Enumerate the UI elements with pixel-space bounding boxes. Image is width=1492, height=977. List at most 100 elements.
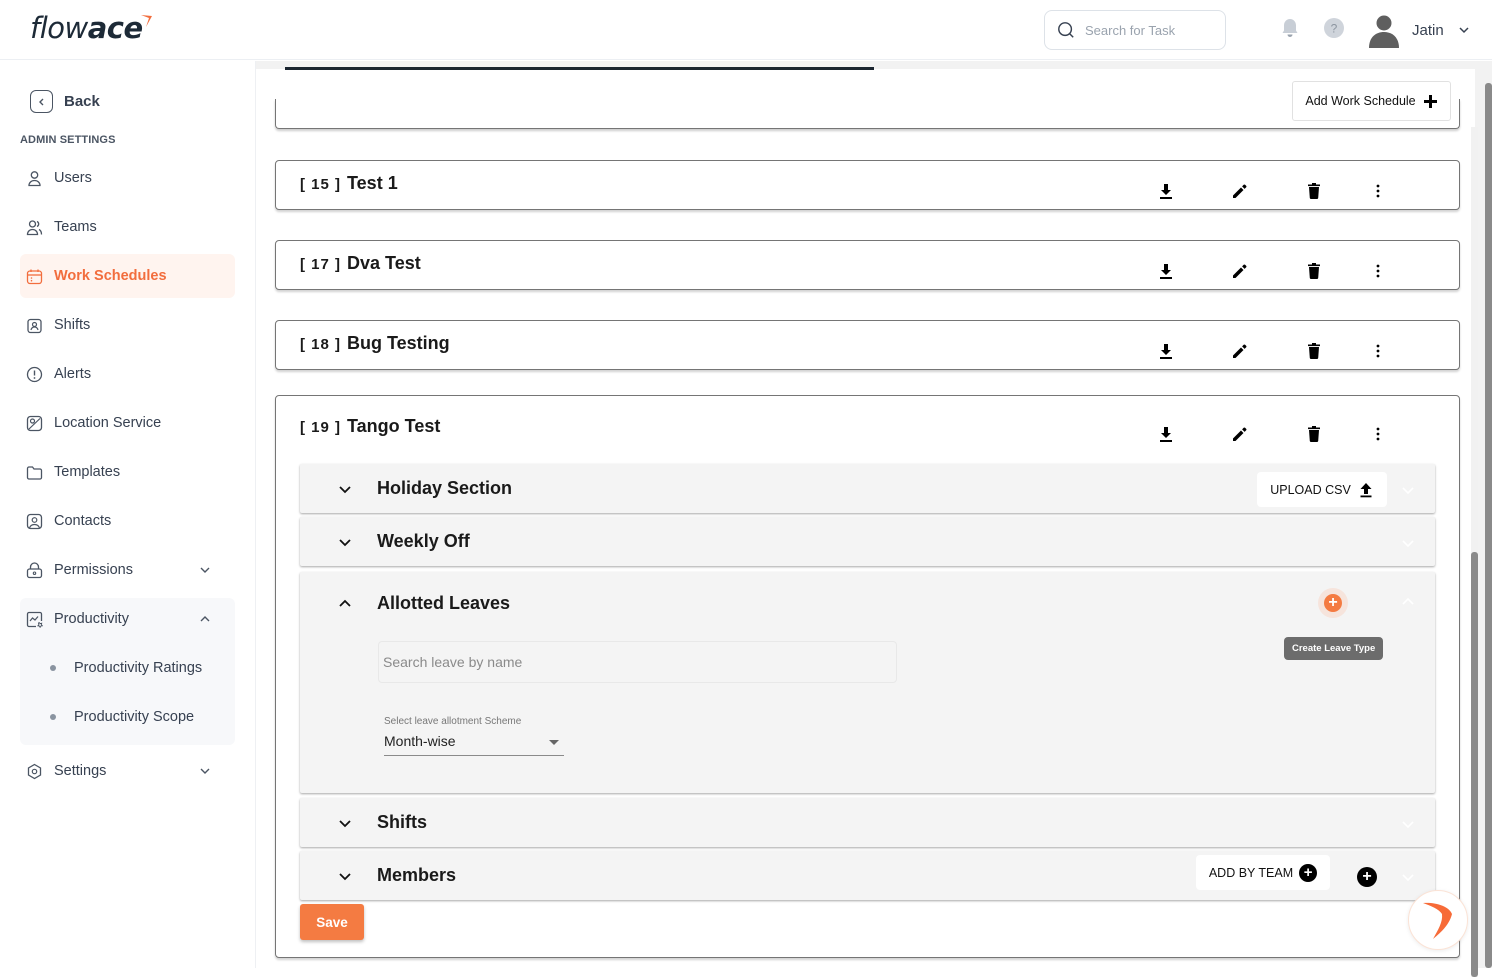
calendar-icon [26,268,43,285]
sidebar-item-label: Settings [54,763,107,779]
schedule-title[interactable]: [ 19 ] Tango Test [300,416,440,437]
users-icon [26,219,43,236]
bullet-dot [50,714,56,720]
flowace-assistant-button[interactable] [1408,890,1468,950]
more-vertical-icon[interactable] [1368,424,1388,444]
sidebar-item-label: Permissions [54,562,133,578]
help-icon[interactable]: ? [1323,17,1345,39]
sidebar-item-alerts[interactable]: Alerts [20,352,235,396]
sidebar-item-users[interactable]: Users [20,156,235,200]
plus-circle-icon: + [1324,594,1342,612]
allotted-leaves-panel: Allotted Leaves + Create Leave Type Sele… [300,572,1435,793]
schedule-actions [1156,181,1396,201]
panel-title: Holiday Section [377,478,513,498]
upload-icon [1360,482,1372,497]
panel-title: Shifts [377,812,428,832]
edit-icon[interactable] [1230,261,1250,281]
alert-circle-icon [26,366,43,383]
sidebar-item-productivity[interactable]: Productivity [20,597,235,641]
username[interactable]: Jatin [1412,22,1444,39]
svg-text:?: ? [1331,22,1338,36]
inner-scrollbar-thumb[interactable] [1471,552,1478,977]
schedule-card-expanded: [ 19 ] Tango Test Holiday Section UPLOAD … [275,395,1460,958]
download-icon[interactable] [1156,341,1176,361]
weekly-off-header[interactable]: Weekly Off [300,517,1435,567]
sidebar-item-label: Teams [54,219,97,235]
delete-icon[interactable] [1304,341,1324,361]
sidebar-item-work-schedules[interactable]: Work Schedules [20,254,235,298]
create-leave-type-button[interactable]: + [1318,588,1348,618]
download-icon[interactable] [1156,261,1176,281]
schedule-card[interactable]: [ 17 ] Dva Test [275,240,1460,290]
back-button[interactable]: Back [30,90,100,113]
delete-icon[interactable] [1304,261,1324,281]
outer-scrollbar-thumb[interactable] [1485,83,1492,968]
map-pin-icon [26,415,43,432]
sidebar-subitem-productivity-ratings[interactable]: Productivity Ratings [20,648,235,688]
notification-bell-icon[interactable] [1279,17,1301,39]
task-search[interactable] [1044,10,1226,50]
add-by-team-label: ADD BY TEAM [1208,865,1294,880]
chevron-down-icon[interactable] [1458,24,1470,36]
edit-icon[interactable] [1230,424,1250,444]
user-avatar[interactable] [1366,12,1402,48]
sidebar-item-label: Work Schedules [54,268,167,284]
download-icon[interactable] [1156,181,1176,201]
allotted-leaves-header[interactable]: Allotted Leaves [300,572,1435,632]
sidebar: Back ADMIN SETTINGS Users Teams Work Sch… [0,61,256,968]
schedule-id: [ 19 ] [300,419,342,436]
chevron-down-icon [339,486,351,494]
add-work-schedule-button[interactable]: Add Work Schedule [1292,81,1451,121]
schedule-name: Tango Test [347,416,441,436]
work-schedules-content: Add Work Schedule [ 15 ] Test 1 [ 17 ] Dva… [256,67,1478,977]
delete-icon[interactable] [1304,424,1324,444]
schedule-title: [ 18 ] Bug Testing [300,333,450,354]
schedule-card[interactable]: [ 15 ] Test 1 [275,160,1460,210]
schedule-actions [1156,261,1396,281]
edit-icon[interactable] [1230,341,1250,361]
shifts-panel: Shifts [300,798,1435,847]
expand-icon [1402,540,1414,548]
sidebar-subitem-productivity-scope[interactable]: Productivity Scope [20,697,235,737]
task-search-input[interactable] [1085,22,1215,38]
sidebar-item-templates[interactable]: Templates [20,450,235,494]
flowace-logo-mark-icon [1423,902,1452,939]
schedule-id: [ 17 ] [300,256,342,273]
sidebar-item-permissions[interactable]: Permissions [20,548,235,592]
sidebar-item-contacts[interactable]: Contacts [20,499,235,543]
members-panel: Members ADD BY TEAM + + [300,851,1435,900]
logo-text-bold: ace [87,11,143,45]
scheme-select-label: Select leave allotment Scheme [384,716,522,727]
sidebar-item-teams[interactable]: Teams [20,205,235,249]
sidebar-item-shifts[interactable]: Shifts [20,303,235,347]
sidebar-item-settings[interactable]: Settings [20,749,235,793]
upload-csv-button[interactable]: UPLOAD CSV [1257,472,1387,507]
download-icon[interactable] [1156,424,1176,444]
save-button[interactable]: Save [300,904,364,940]
create-leave-type-tooltip: Create Leave Type [1284,637,1384,660]
add-member-button[interactable]: + [1357,867,1377,887]
sidebar-item-label: Location Service [54,415,162,431]
edit-icon[interactable] [1230,181,1250,201]
logo-mark-icon [141,15,152,27]
more-vertical-icon[interactable] [1368,261,1388,281]
add-by-team-button[interactable]: ADD BY TEAM + [1196,855,1330,890]
schedule-card[interactable]: [ 18 ] Bug Testing [275,320,1460,370]
add-work-schedule-label: Add Work Schedule [1305,94,1416,108]
more-vertical-icon[interactable] [1368,181,1388,201]
holiday-section-panel: Holiday Section UPLOAD CSV [300,464,1435,513]
delete-icon[interactable] [1304,181,1324,201]
flowace-logo[interactable]: flowace [30,10,152,46]
sidebar-item-label: Templates [54,464,121,480]
schedule-actions [1156,341,1396,361]
schedule-id: [ 18 ] [300,336,342,353]
sidebar-item-label: Productivity [54,611,129,627]
more-vertical-icon[interactable] [1368,341,1388,361]
sidebar-item-location-service[interactable]: Location Service [20,401,235,445]
sidebar-subitem-label: Productivity Ratings [74,660,203,676]
upload-csv-label: UPLOAD CSV [1270,482,1351,497]
leave-search-input[interactable] [378,641,897,683]
shifts-header[interactable]: Shifts [300,798,1435,848]
leave-scheme-select[interactable]: Month-wise [384,730,564,756]
schedule-name: Test 1 [347,173,398,193]
